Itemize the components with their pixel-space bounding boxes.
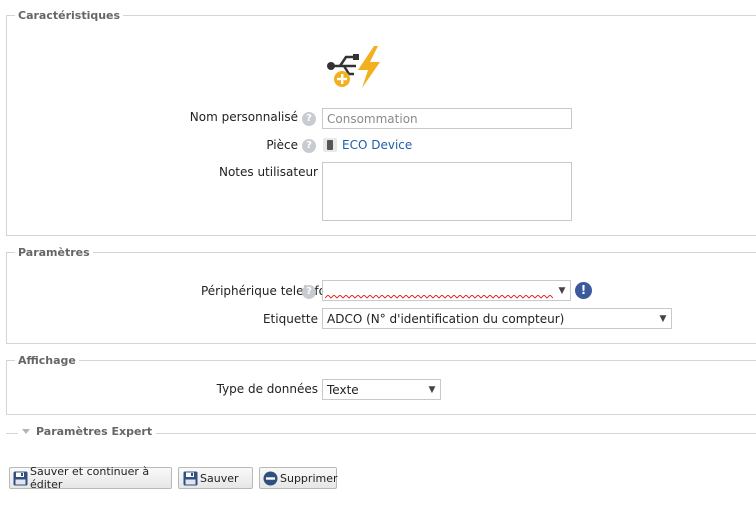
floppy-disk-icon — [13, 470, 28, 486]
question-mark-icon[interactable]: ? — [302, 285, 316, 299]
etiquette-value: ADCO (N° d'identification du compteur) — [327, 311, 565, 326]
save-continue-label: Sauver et continuer à éditer — [30, 465, 150, 491]
etiquette-select[interactable]: ADCO (N° d'identification du compteur) ▼ — [322, 308, 672, 329]
piece-label: Pièce — [266, 138, 298, 152]
chevron-down-icon: ▼ — [659, 313, 667, 324]
delete-button[interactable]: Supprimer — [259, 467, 338, 489]
etiquette-label: Etiquette — [262, 312, 318, 326]
spellcheck-underline — [325, 295, 553, 299]
usb-lightning-icon — [324, 44, 384, 90]
section-parametres-expert[interactable]: Paramètres Expert — [6, 425, 756, 441]
minus-circle-icon — [263, 470, 278, 486]
section-parametres-expert-title: Paramètres Expert — [36, 425, 153, 438]
nom-personnalise-label: Nom personnalisé — [189, 110, 298, 124]
save-button[interactable]: Sauver — [178, 467, 253, 489]
section-caracteristiques-title: Caractéristiques — [18, 9, 121, 22]
notes-utilisateur-label: Notes utilisateur — [218, 165, 318, 179]
save-label: Sauver — [200, 471, 239, 485]
question-mark-icon[interactable]: ? — [302, 112, 316, 126]
section-parametres-title: Paramètres — [18, 246, 90, 259]
room-icon — [323, 138, 337, 152]
nom-personnalise-placeholder: Consommation — [327, 111, 418, 126]
peripherique-teleinfo-select[interactable]: ▼ — [322, 280, 571, 301]
nom-personnalise-input[interactable]: Consommation — [322, 108, 572, 129]
chevron-down-icon: ▼ — [558, 285, 566, 296]
type-de-donnees-label: Type de données — [216, 382, 318, 396]
chevron-down-icon: ▼ — [428, 384, 436, 395]
exclamation-icon: ! — [575, 282, 592, 299]
collapse-triangle-icon — [22, 429, 30, 434]
save-continue-button[interactable]: Sauver et continuer à éditer — [9, 465, 172, 491]
type-de-donnees-value: Texte — [327, 382, 359, 397]
section-affichage-title: Affichage — [18, 354, 76, 367]
notes-utilisateur-textarea[interactable] — [322, 162, 572, 221]
delete-label: Supprimer — [280, 471, 338, 485]
question-mark-icon[interactable]: ? — [302, 139, 316, 153]
type-de-donnees-select[interactable]: Texte ▼ — [322, 379, 441, 400]
floppy-disk-icon — [182, 470, 198, 486]
piece-link[interactable]: ECO Device — [342, 138, 412, 152]
